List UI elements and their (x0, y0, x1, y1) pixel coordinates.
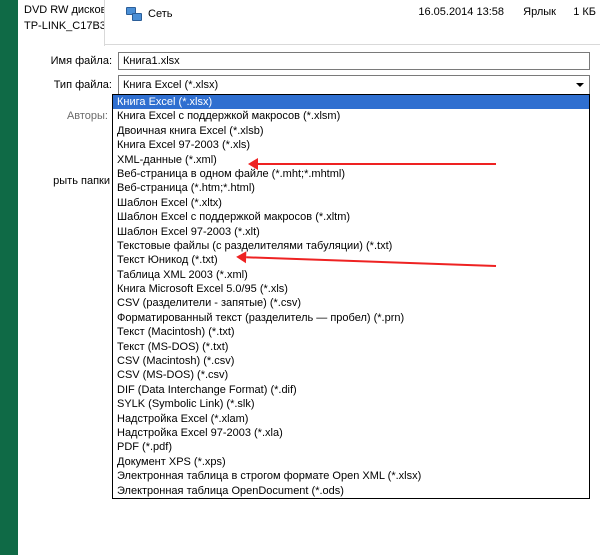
filetype-option[interactable]: Текст (Macintosh) (*.txt) (113, 325, 589, 339)
hide-folders-button[interactable]: рыть папки (0, 175, 116, 187)
save-form: Имя файла: Тип файла: Книга Excel (*.xls… (18, 50, 600, 98)
filetype-option[interactable]: Книга Excel с поддержкой макросов (*.xls… (113, 109, 589, 123)
tree-item-tplink[interactable]: TP-LINK_C17B3A (18, 18, 104, 34)
network-icon (126, 7, 142, 21)
filetype-option[interactable]: Надстройка Excel (*.xlam) (113, 412, 589, 426)
filetype-option[interactable]: Таблица XML 2003 (*.xml) (113, 268, 589, 282)
separator (104, 44, 600, 45)
filetype-option[interactable]: CSV (разделители - запятые) (*.csv) (113, 296, 589, 310)
filename-label: Имя файла: (18, 55, 118, 67)
filetype-option[interactable]: Шаблон Excel 97-2003 (*.xlt) (113, 225, 589, 239)
filetype-option[interactable]: Двоичная книга Excel (*.xlsb) (113, 124, 589, 138)
filetype-option[interactable]: SYLK (Symbolic Link) (*.slk) (113, 397, 589, 411)
filetype-option[interactable]: Форматированный текст (разделитель — про… (113, 311, 589, 325)
filetype-option[interactable]: Электронная таблица OpenDocument (*.ods) (113, 484, 589, 498)
filetype-option[interactable]: Веб-страница в одном файле (*.mht;*.mhtm… (113, 167, 589, 181)
file-type: Ярлык (523, 6, 556, 18)
filetype-option[interactable]: Документ XPS (*.xps) (113, 455, 589, 469)
folder-tree: DVD RW дисково TP-LINK_C17B3A (18, 0, 105, 46)
filetype-option[interactable]: Шаблон Excel с поддержкой макросов (*.xl… (113, 210, 589, 224)
filetype-option[interactable]: Книга Microsoft Excel 5.0/95 (*.xls) (113, 282, 589, 296)
filetype-label: Тип файла: (18, 79, 118, 91)
filetype-option[interactable]: PDF (*.pdf) (113, 440, 589, 454)
filetype-option[interactable]: DIF (Data Interchange Format) (*.dif) (113, 383, 589, 397)
filename-input[interactable] (118, 52, 590, 70)
chevron-down-icon (573, 78, 587, 92)
left-accent-strip (0, 0, 18, 555)
tree-item-label: TP-LINK_C17B3A (24, 20, 104, 32)
filetype-option[interactable]: Книга Excel (*.xlsx) (113, 95, 589, 109)
filetype-option[interactable]: Веб-страница (*.htm;*.html) (113, 181, 589, 195)
filetype-option[interactable]: Текст (MS-DOS) (*.txt) (113, 340, 589, 354)
filetype-option[interactable]: Книга Excel 97-2003 (*.xls) (113, 138, 589, 152)
filetype-option[interactable]: Шаблон Excel (*.xltx) (113, 196, 589, 210)
tree-item-label: DVD RW дисково (24, 4, 104, 16)
file-list-row-network[interactable]: Сеть (126, 6, 592, 22)
filetype-dropdown-list[interactable]: Книга Excel (*.xlsx)Книга Excel с поддер… (112, 94, 590, 499)
filetype-option[interactable]: Текстовые файлы (с разделителями табуляц… (113, 239, 589, 253)
filetype-option[interactable]: CSV (Macintosh) (*.csv) (113, 354, 589, 368)
annotation-arrow-1 (258, 163, 496, 165)
file-date: 16.05.2014 13:58 (418, 6, 504, 18)
filetype-option[interactable]: Надстройка Excel 97-2003 (*.xla) (113, 426, 589, 440)
filetype-combobox[interactable]: Книга Excel (*.xlsx) (118, 75, 590, 95)
filetype-option[interactable]: Электронная таблица в строгом формате Op… (113, 469, 589, 483)
filetype-selected: Книга Excel (*.xlsx) (123, 79, 218, 91)
file-name: Сеть (148, 8, 172, 20)
authors-label: Авторы: (34, 110, 108, 122)
file-size: 1 КБ (573, 6, 596, 18)
filetype-option[interactable]: CSV (MS-DOS) (*.csv) (113, 368, 589, 382)
tree-item-dvd[interactable]: DVD RW дисково (18, 2, 104, 18)
